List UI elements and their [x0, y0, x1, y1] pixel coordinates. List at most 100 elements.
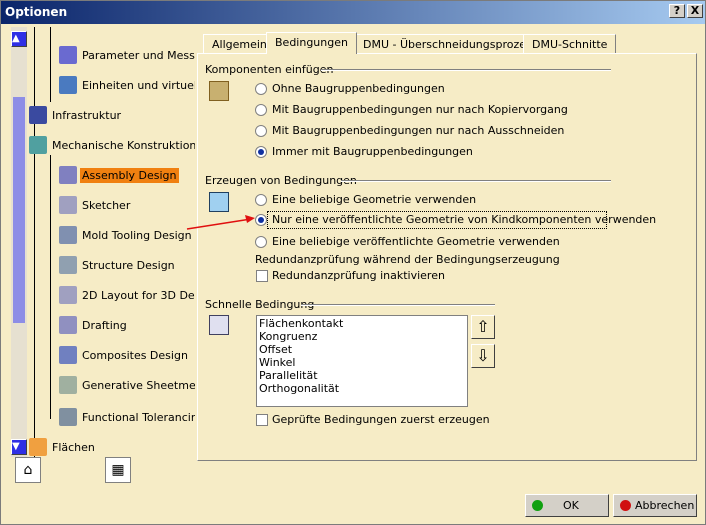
checkbox-box[interactable]	[256, 413, 268, 426]
radio-option[interactable]: Eine beliebige veröffentlichte Geometrie…	[255, 235, 560, 248]
redundancy-checkbox[interactable]: Redundanzprüfung inaktivieren	[256, 269, 445, 282]
options-dialog: Optionen ? X ▲ ▼ Parameter und Messungen…	[0, 0, 706, 525]
close-button[interactable]: X	[687, 4, 703, 18]
tree-item[interactable]: Parameter und Messungen	[59, 45, 195, 65]
mold-tooling-icon	[59, 226, 77, 244]
radio-label: Mit Baugruppenbedingungen nur nach Aussc…	[272, 124, 565, 137]
list-item[interactable]: Winkel	[259, 356, 465, 369]
checked-first-checkbox[interactable]: Geprüfte Bedingungen zuerst erzeugen	[256, 413, 490, 426]
tree-item-label: Composites Design	[82, 348, 188, 362]
tree-item-label: Drafting	[82, 318, 127, 332]
radio-button[interactable]	[255, 193, 267, 206]
scroll-up-arrow-icon[interactable]: ▲	[11, 31, 27, 47]
tree-line	[50, 27, 51, 102]
group-divider	[321, 69, 611, 71]
tolerancing-icon	[59, 408, 77, 426]
radio-option[interactable]: Mit Baugruppenbedingungen nur nach Kopie…	[255, 103, 568, 116]
radio-option[interactable]: Eine beliebige Geometrie verwenden	[255, 193, 476, 206]
radio-option[interactable]: Immer mit Baugruppenbedingungen	[255, 145, 473, 158]
list-item[interactable]: Offset	[259, 343, 465, 356]
radio-button[interactable]	[255, 82, 267, 95]
tree-item-label: Parameter und Messungen	[82, 48, 195, 62]
tree-item[interactable]: Drafting	[59, 315, 129, 335]
redundancy-checkbox-label: Redundanzprüfung inaktivieren	[272, 269, 445, 282]
help-button[interactable]: ?	[669, 4, 685, 18]
radio-button[interactable]	[255, 145, 267, 158]
tab-3[interactable]: DMU-Schnitte	[523, 34, 617, 54]
move-down-button[interactable]: ⇩	[471, 344, 495, 368]
surfaces-icon	[29, 438, 47, 456]
window-title: Optionen	[5, 5, 68, 19]
assembly-design-icon	[59, 166, 77, 184]
insert-component-icon	[209, 81, 229, 101]
tree-item-label: 2D Layout for 3D Design	[82, 288, 195, 302]
quick-constraint-icon	[209, 315, 229, 335]
ok-button[interactable]: OK	[525, 494, 609, 517]
radio-button[interactable]	[255, 103, 267, 116]
options-tree: ▲ ▼ Parameter und Messungen Einheiten und…	[11, 27, 195, 457]
tree-item-label: Mechanische Konstruktion	[52, 138, 195, 152]
tree-item[interactable]: Composites Design	[59, 345, 190, 365]
list-item[interactable]: Flächenkontakt	[259, 317, 465, 330]
radio-label: Immer mit Baugruppenbedingungen	[272, 145, 473, 158]
sketcher-icon	[59, 196, 77, 214]
tree-item[interactable]: Mechanische Konstruktion	[29, 135, 195, 155]
radio-button[interactable]	[255, 235, 267, 248]
radio-label: Eine beliebige Geometrie verwenden	[272, 193, 477, 206]
cancel-dot-icon	[620, 500, 631, 511]
arrow-down-icon: ⇩	[476, 346, 490, 365]
tree-item[interactable]: Assembly Design	[59, 165, 179, 185]
tree-item-label: Sketcher	[82, 198, 131, 212]
tab-1[interactable]: Bedingungen	[266, 32, 357, 54]
tree-expand-icon[interactable]: ⌂	[15, 457, 41, 483]
tree-item[interactable]: Functional Tolerancing & Annotation	[59, 407, 195, 427]
radio-button[interactable]	[255, 124, 267, 137]
list-item[interactable]: Orthogonalität	[259, 382, 465, 395]
tree-line	[50, 155, 51, 419]
scroll-down-arrow-icon[interactable]: ▼	[11, 439, 27, 455]
scroll-thumb[interactable]	[13, 97, 25, 323]
tree-settings-icon[interactable]: ▦	[105, 457, 131, 483]
units-icon	[59, 76, 77, 94]
tree-item-label: Infrastruktur	[52, 108, 122, 122]
tree-item-label: Generative Sheetmetal Design	[82, 378, 195, 392]
checkbox-box[interactable]	[256, 269, 268, 282]
title-bar: Optionen ? X	[1, 1, 705, 24]
annotation-arrow-icon	[186, 215, 255, 230]
composites-icon	[59, 346, 77, 364]
tree-item-label: Structure Design	[82, 258, 175, 272]
tree-item[interactable]: 2D Layout for 3D Design	[59, 285, 195, 305]
radio-option[interactable]: Ohne Baugruppenbedingungen	[255, 82, 445, 95]
radio-option[interactable]: Mit Baugruppenbedingungen nur nach Aussc…	[255, 124, 564, 137]
tree-item[interactable]: Generative Sheetmetal Design	[59, 375, 195, 395]
tree-item[interactable]: Structure Design	[59, 255, 177, 275]
radio-label: Ohne Baugruppenbedingungen	[272, 82, 445, 95]
schnell-group-title: Schnelle Bedingung	[205, 298, 315, 311]
parameter-icon	[59, 46, 77, 64]
tab-0[interactable]: Allgemein	[203, 34, 276, 54]
tree-item[interactable]: Infrastruktur	[29, 105, 123, 125]
redundancy-label: Redundanzprüfung während der Bedingungse…	[255, 253, 560, 266]
ok-dot-icon	[532, 500, 543, 511]
focus-rectangle	[267, 211, 607, 229]
move-up-button[interactable]: ⇧	[471, 315, 495, 339]
mechanical-design-icon	[29, 136, 47, 154]
list-item[interactable]: Parallelität	[259, 369, 465, 382]
tree-item[interactable]: Flächen	[29, 437, 97, 457]
erzeugen-group-title: Erzeugen von Bedingungen	[205, 174, 357, 187]
structure-design-icon	[59, 256, 77, 274]
tree-item[interactable]: Mold Tooling Design	[59, 225, 194, 245]
tree-item-label: Einheiten und virtuelle Produkte	[82, 78, 195, 92]
cancel-button[interactable]: Abbrechen	[613, 494, 697, 517]
list-item[interactable]: Kongruenz	[259, 330, 465, 343]
quick-constraint-list[interactable]: Flächenkontakt Kongruenz Offset Winkel Paral…	[256, 315, 468, 407]
cancel-label: Abbrechen	[635, 499, 695, 512]
tree-scrollbar[interactable]: ▲ ▼	[11, 27, 27, 457]
tab-2[interactable]: DMU - Überschneidungsprozess	[354, 34, 547, 54]
tree-item-label: Mold Tooling Design	[82, 228, 192, 242]
group-divider	[341, 180, 611, 182]
group-divider	[301, 304, 495, 306]
tree-item-label: Flächen	[52, 440, 95, 454]
tree-item[interactable]: Einheiten und virtuelle Produkte	[59, 75, 195, 95]
tree-item[interactable]: Sketcher	[59, 195, 132, 215]
